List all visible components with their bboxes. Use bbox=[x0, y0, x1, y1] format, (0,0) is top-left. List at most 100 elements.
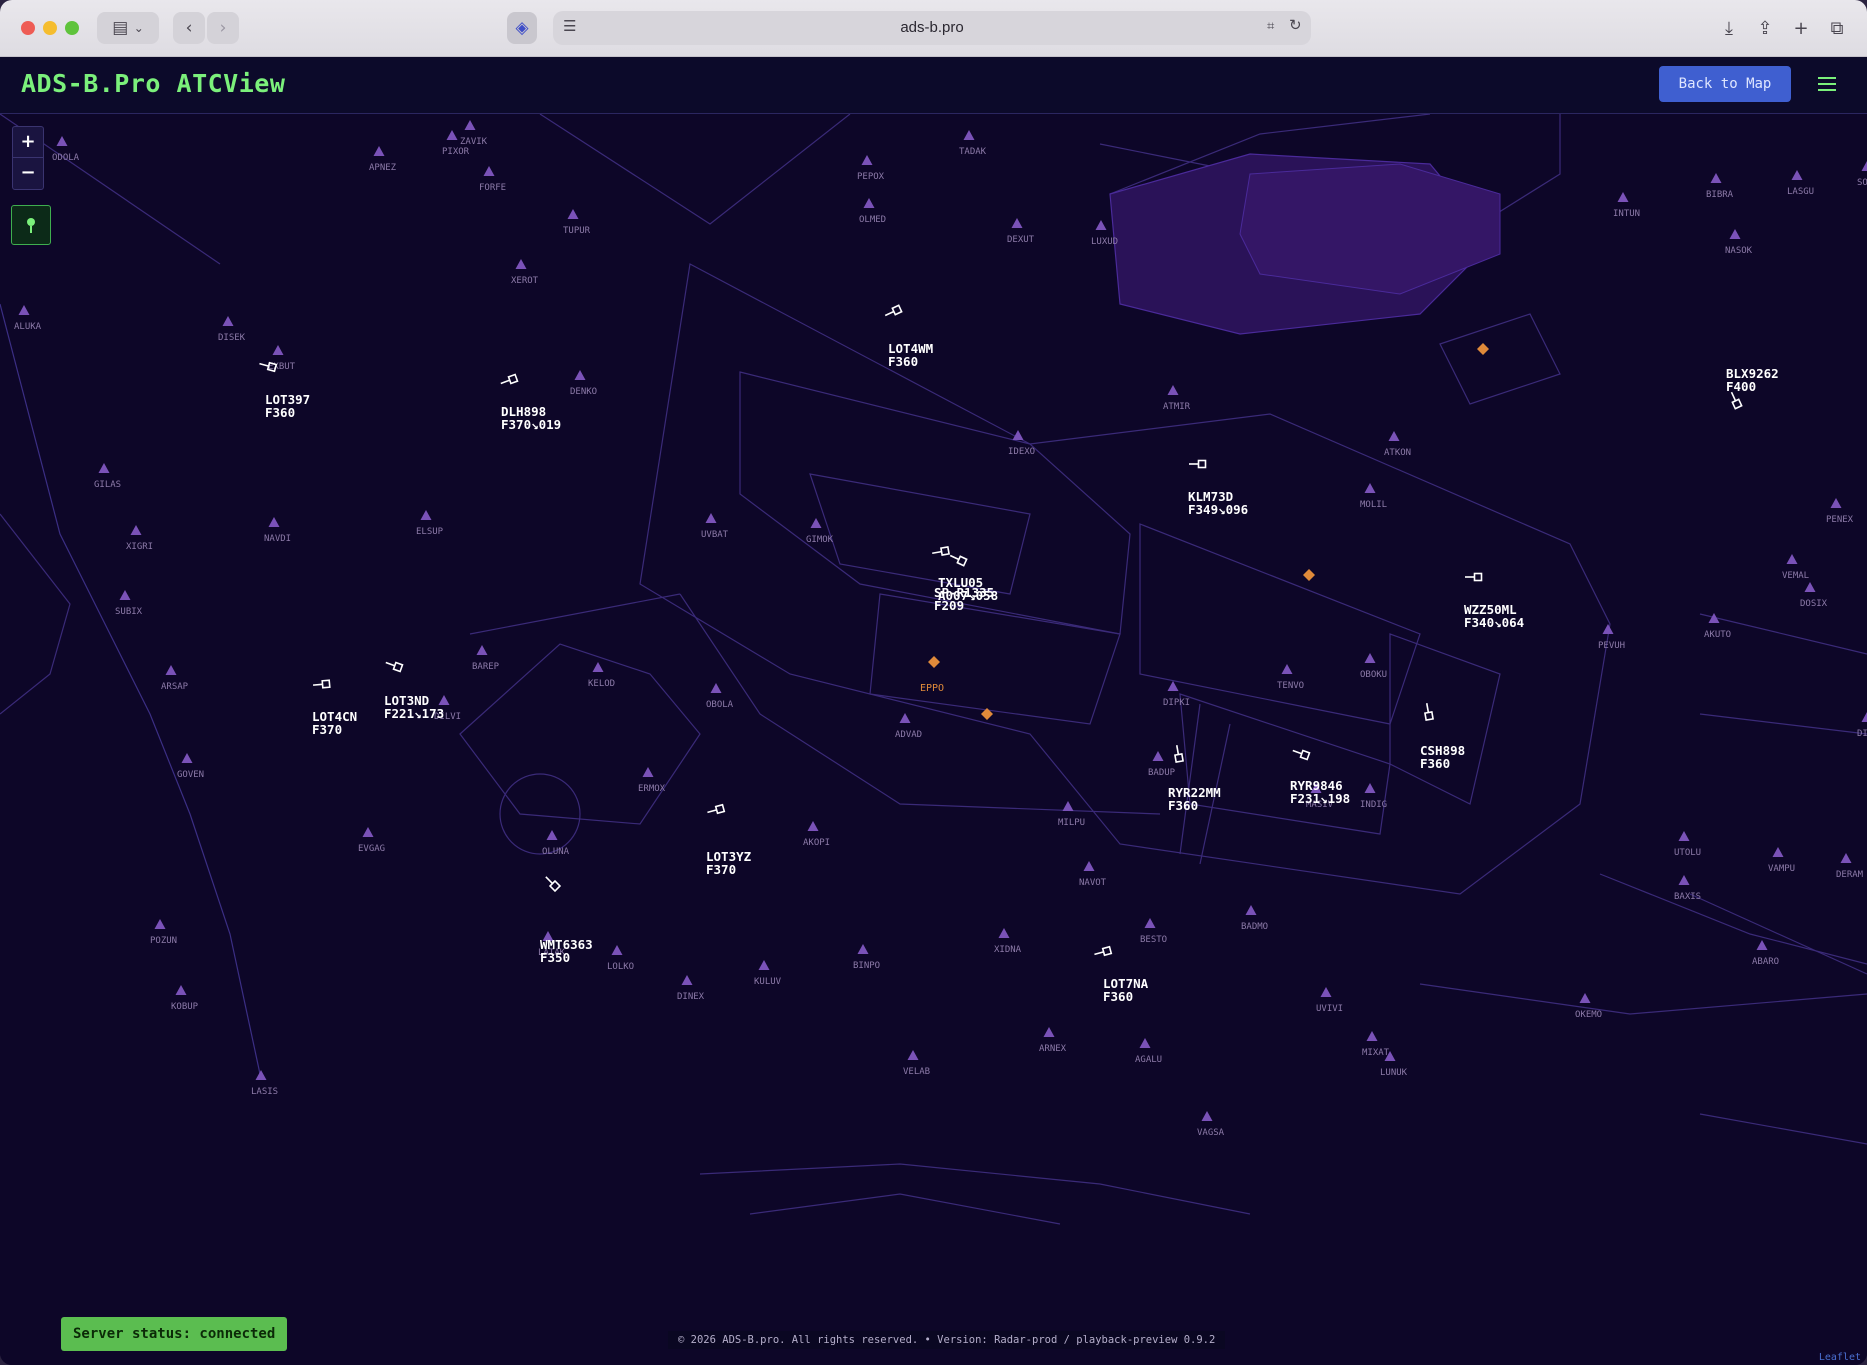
aircraft-symbol[interactable] bbox=[1173, 745, 1184, 763]
fix-label: BAXIS bbox=[1674, 892, 1701, 902]
close-window-button[interactable] bbox=[21, 21, 35, 35]
aircraft-symbol[interactable] bbox=[932, 546, 950, 557]
fix-marker bbox=[483, 166, 495, 176]
fix-label: DERAM bbox=[1836, 870, 1864, 880]
aircraft-symbol[interactable] bbox=[1423, 703, 1434, 721]
fix-marker bbox=[1710, 173, 1722, 183]
aircraft-level: F360 bbox=[888, 354, 918, 369]
aircraft-symbol[interactable] bbox=[312, 679, 331, 689]
fix-marker bbox=[56, 136, 68, 146]
fix-label: AGALU bbox=[1135, 1055, 1162, 1065]
aircraft-symbol[interactable] bbox=[1292, 747, 1311, 761]
new-tab-icon[interactable]: + bbox=[1788, 16, 1814, 42]
hamburger-menu-icon[interactable] bbox=[1818, 77, 1836, 91]
fix-marker bbox=[1602, 624, 1614, 634]
aircraft-symbol[interactable] bbox=[1465, 572, 1483, 582]
radar-map[interactable]: ODOLA ZAVIK APNEZ PIXOR FORFE TUPUR XEROT PEPOX… bbox=[0, 114, 1867, 1365]
locate-button[interactable] bbox=[11, 205, 51, 245]
fix-label: LASIS bbox=[251, 1087, 278, 1097]
fix-marker bbox=[1152, 751, 1164, 761]
fix-marker bbox=[642, 767, 654, 777]
fix-label: OBOLA bbox=[706, 700, 734, 710]
fix-marker bbox=[546, 830, 558, 840]
fix-marker bbox=[154, 919, 166, 929]
share-icon[interactable]: ⇪ bbox=[1752, 16, 1778, 42]
airport-marker[interactable] bbox=[1303, 569, 1315, 581]
fix-label: BAREP bbox=[472, 662, 500, 672]
fix-marker bbox=[1786, 554, 1798, 564]
fix-label: TADAK bbox=[959, 147, 987, 157]
fix-label: AKOPI bbox=[803, 838, 830, 848]
fix-marker bbox=[1804, 582, 1816, 592]
fix-label: ARNEX bbox=[1039, 1044, 1067, 1054]
fix-marker bbox=[1095, 220, 1107, 230]
fix-label: NAVDI bbox=[264, 534, 291, 544]
location-pin-icon bbox=[27, 218, 35, 233]
fix-marker bbox=[1139, 1038, 1151, 1048]
fix-marker bbox=[446, 130, 458, 140]
url-text: ads-b.pro bbox=[900, 19, 964, 36]
aircraft-symbol[interactable] bbox=[500, 373, 519, 387]
fix-label: DISEK bbox=[218, 333, 246, 343]
airport-marker[interactable] bbox=[1477, 343, 1489, 355]
aircraft-symbol[interactable] bbox=[385, 659, 404, 673]
fix-marker bbox=[438, 695, 450, 705]
fix-label: DIBLO bbox=[1857, 729, 1867, 739]
fix-marker bbox=[1617, 192, 1629, 202]
fix-marker bbox=[899, 713, 911, 723]
minimize-window-button[interactable] bbox=[43, 21, 57, 35]
fix-label: UVBAT bbox=[701, 530, 729, 540]
aircraft-level: F400 bbox=[1726, 379, 1756, 394]
sidebar-toggle-button[interactable]: ▤ ⌄ bbox=[97, 12, 159, 44]
fix-label: PENEX bbox=[1826, 515, 1854, 525]
fix-marker bbox=[515, 259, 527, 269]
leaflet-attribution-link[interactable]: Leaflet bbox=[1819, 1352, 1861, 1363]
back-nav-button[interactable]: ‹ bbox=[173, 12, 205, 44]
airport-marker[interactable] bbox=[928, 656, 940, 668]
zoom-in-button[interactable]: + bbox=[13, 127, 43, 158]
privacy-shield-button[interactable]: ◈ bbox=[507, 12, 537, 44]
fix-label: OKEMO bbox=[1575, 1010, 1602, 1020]
fix-label: TENVO bbox=[1277, 681, 1304, 691]
fix-label: ERMOX bbox=[638, 784, 666, 794]
downloads-icon[interactable]: ⤓ bbox=[1716, 16, 1742, 42]
fix-label: KOBUP bbox=[171, 1002, 199, 1012]
aircraft-level: F349↘096 bbox=[1188, 502, 1248, 517]
fix-marker bbox=[1320, 987, 1332, 997]
aircraft-symbol[interactable] bbox=[707, 803, 726, 816]
fix-marker bbox=[1043, 1027, 1055, 1037]
aircraft-symbol[interactable] bbox=[1094, 945, 1113, 958]
fix-label: VAGSA bbox=[1197, 1128, 1225, 1138]
translate-icon[interactable]: ⌗ bbox=[1267, 18, 1274, 34]
fix-label: ELSUP bbox=[416, 527, 444, 537]
chevron-down-icon: ⌄ bbox=[133, 21, 144, 35]
fix-marker bbox=[1366, 1031, 1378, 1041]
airspace-sectors bbox=[0, 114, 1867, 1225]
back-to-map-button[interactable]: Back to Map bbox=[1659, 66, 1791, 102]
reload-icon[interactable]: ↻ bbox=[1289, 16, 1302, 34]
zoom-out-button[interactable]: − bbox=[13, 158, 43, 188]
fix-label: EVGAG bbox=[358, 844, 385, 854]
fix-marker bbox=[710, 683, 722, 693]
fix-marker bbox=[119, 590, 131, 600]
fix-label: DENKO bbox=[570, 387, 597, 397]
fix-marker bbox=[420, 510, 432, 520]
fix-label: ODOLA bbox=[52, 153, 80, 163]
aircraft-symbol[interactable] bbox=[949, 552, 968, 567]
fix-label: VELAB bbox=[903, 1067, 930, 1077]
fix-marker bbox=[857, 944, 869, 954]
address-bar[interactable]: ☰ ads-b.pro ⌗ ↻ bbox=[553, 11, 1311, 45]
fix-marker bbox=[1364, 783, 1376, 793]
fix-marker bbox=[373, 146, 385, 156]
tab-overview-icon[interactable]: ⧉ bbox=[1824, 16, 1850, 42]
aircraft-symbol[interactable] bbox=[1189, 459, 1207, 469]
forward-nav-button[interactable]: › bbox=[207, 12, 239, 44]
aircraft-symbol[interactable] bbox=[543, 874, 562, 893]
fix-marker bbox=[758, 960, 770, 970]
fix-marker bbox=[863, 198, 875, 208]
aircraft-symbol[interactable] bbox=[884, 304, 903, 318]
zoom-window-button[interactable] bbox=[65, 21, 79, 35]
fix-marker bbox=[1791, 170, 1803, 180]
map-canvas[interactable]: ODOLA ZAVIK APNEZ PIXOR FORFE TUPUR XEROT PEPOX… bbox=[0, 114, 1867, 1365]
fix-label: XIDNA bbox=[994, 945, 1022, 955]
